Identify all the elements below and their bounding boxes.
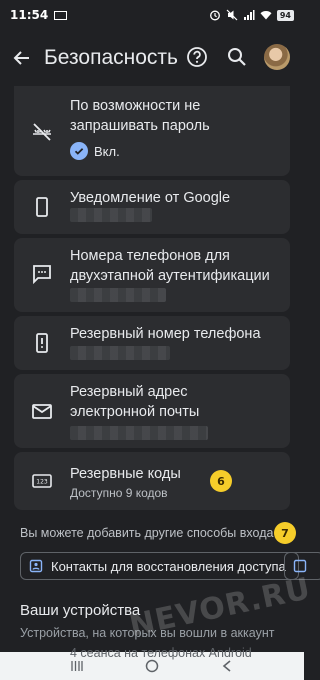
nav-back-icon[interactable] xyxy=(219,658,235,674)
smartphone-icon xyxy=(36,197,48,217)
battery-indicator: 94 xyxy=(276,9,294,21)
sms-icon xyxy=(33,265,51,285)
alarm-icon xyxy=(209,10,220,21)
devices-sessions-peek: 4 сеанса на телефонах Android xyxy=(70,646,252,660)
status-chip: Вкл. xyxy=(70,138,120,164)
phone-alert-icon xyxy=(36,333,48,353)
system-nav-bar: 4 сеанса на телефонах Android xyxy=(0,646,304,680)
card-backup-codes[interactable]: 123 Резервные коды Доступно 9 кодов 6 xyxy=(14,452,290,510)
annotation-badge-6: 6 xyxy=(210,470,232,492)
home-icon[interactable] xyxy=(144,658,160,674)
recovery-contacts-label: Контакты для восстановления доступа xyxy=(51,558,286,574)
redacted-value xyxy=(70,208,152,222)
status-bar: 11:54 94 xyxy=(0,0,304,30)
mail-icon xyxy=(32,404,52,419)
sign-in-options-row: Контакты для восстановления доступа xyxy=(20,552,320,582)
card-two-step-phones[interactable]: Номера телефонов для двухэтапной аутенти… xyxy=(14,238,290,312)
check-circle-icon xyxy=(70,142,88,160)
annotation-badge-7: 7 xyxy=(274,522,296,544)
back-button[interactable] xyxy=(0,30,44,86)
svg-text:123: 123 xyxy=(36,479,48,486)
mail-notification-icon xyxy=(54,10,68,20)
card-skip-password-label: По возможности не запрашивать пароль xyxy=(70,98,210,134)
card-backup-phone[interactable]: Резервный номер телефона xyxy=(14,316,290,370)
card-backup-codes-subtitle: Доступно 9 кодов xyxy=(70,486,168,500)
card-backup-email-label: Резервный адрес электронной почты xyxy=(70,384,200,420)
wifi-icon xyxy=(260,11,272,20)
signal-icon xyxy=(243,10,255,20)
help-icon[interactable] xyxy=(184,44,210,70)
status-time: 11:54 xyxy=(10,8,49,22)
backup-codes-icon: 123 xyxy=(32,474,52,488)
mute-icon xyxy=(226,9,238,21)
card-google-prompt-label: Уведомление от Google xyxy=(70,190,231,206)
add-methods-hint: Вы можете добавить другие способы входа xyxy=(20,526,274,540)
app-bar: Безопасность xyxy=(0,30,304,86)
password-off-icon xyxy=(33,123,51,141)
devices-section-title: Ваши устройства xyxy=(20,602,141,619)
redacted-value xyxy=(70,346,170,360)
recents-icon[interactable] xyxy=(69,658,85,674)
contact-icon xyxy=(29,559,43,573)
page-title: Безопасность xyxy=(44,46,178,69)
search-icon[interactable] xyxy=(224,44,250,70)
redacted-value xyxy=(70,288,166,302)
card-skip-password[interactable]: По возможности не запрашивать пароль Вкл… xyxy=(14,86,290,176)
card-backup-codes-label: Резервные коды xyxy=(70,466,181,482)
account-avatar[interactable] xyxy=(264,44,290,70)
card-two-step-phones-label: Номера телефонов для двухэтапной аутенти… xyxy=(70,248,270,284)
redacted-value xyxy=(70,426,208,440)
arrow-back-icon xyxy=(13,51,29,65)
status-icons: 94 xyxy=(209,9,294,21)
recovery-contacts-button[interactable]: Контакты для восстановления доступа xyxy=(20,552,299,580)
status-chip-label: Вкл. xyxy=(94,143,120,159)
card-backup-email[interactable]: Резервный адрес электронной почты xyxy=(14,374,290,448)
card-google-prompt[interactable]: Уведомление от Google xyxy=(14,180,290,234)
card-backup-phone-label: Резервный номер телефона xyxy=(70,326,261,342)
